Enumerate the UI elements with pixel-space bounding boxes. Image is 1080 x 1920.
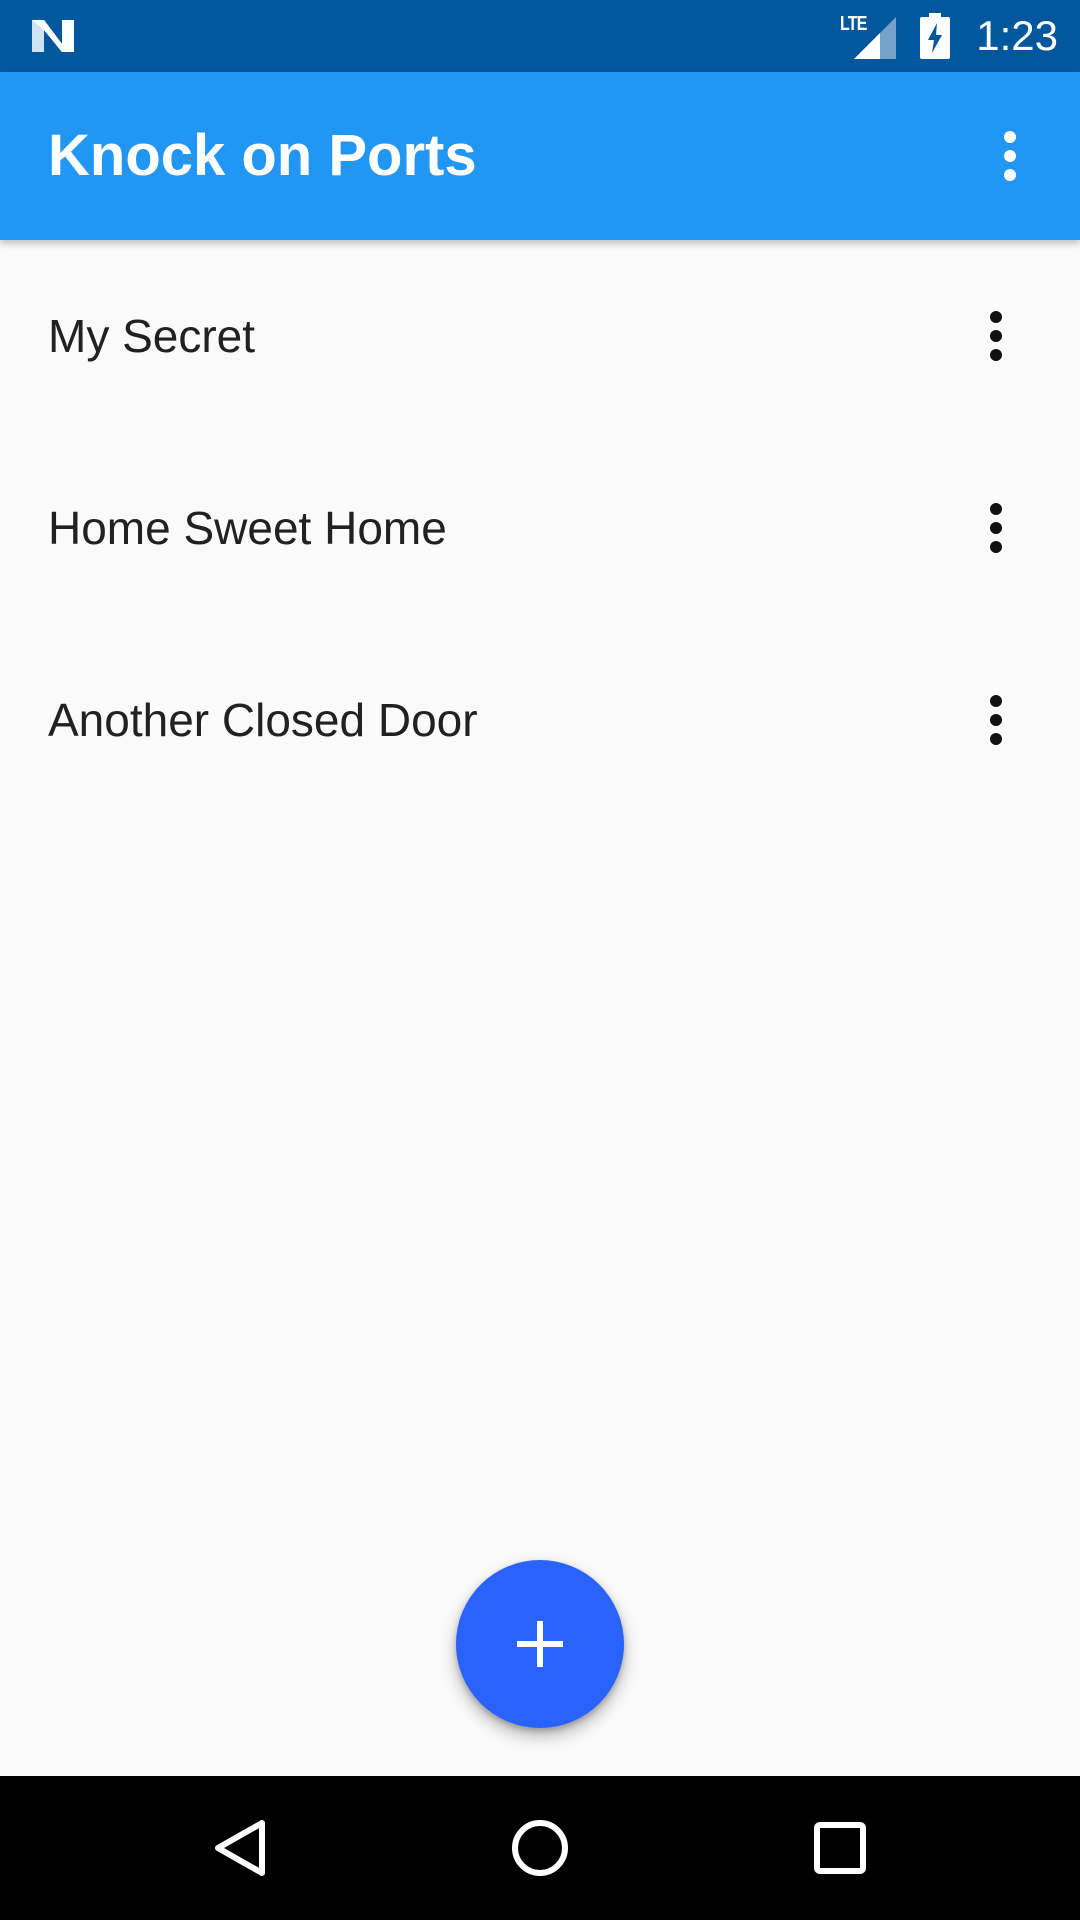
more-vert-icon — [990, 311, 1002, 361]
list-item-label: Home Sweet Home — [48, 502, 447, 554]
more-vert-icon — [990, 695, 1002, 745]
item-menu-button[interactable] — [948, 480, 1044, 576]
item-menu-button[interactable] — [948, 288, 1044, 384]
more-vert-icon — [1004, 131, 1016, 181]
battery-charging-icon — [920, 13, 951, 59]
list-item[interactable]: Another Closed Door — [0, 624, 1080, 816]
back-icon — [215, 1820, 265, 1876]
overflow-menu-button[interactable] — [962, 108, 1058, 204]
status-icons: LTE 1:23 — [840, 0, 1058, 72]
signal-icon: LTE — [840, 13, 897, 59]
back-button[interactable] — [180, 1788, 300, 1908]
list-item-label: My Secret — [48, 310, 256, 362]
navigation-bar — [0, 1776, 1080, 1920]
add-button[interactable] — [456, 1560, 624, 1728]
item-menu-button[interactable] — [948, 672, 1044, 768]
app-title: Knock on Ports — [48, 123, 477, 188]
list-item-label: Another Closed Door — [48, 694, 478, 746]
add-icon — [517, 1621, 563, 1667]
home-button[interactable] — [480, 1788, 600, 1908]
list-item[interactable]: Home Sweet Home — [0, 432, 1080, 624]
app-bar: Knock on Ports — [0, 72, 1080, 240]
status-bar: LTE 1:23 — [0, 0, 1080, 72]
recents-button[interactable] — [780, 1788, 900, 1908]
recents-icon — [814, 1822, 866, 1874]
status-time: 1:23 — [976, 12, 1058, 59]
notification-n-icon — [32, 20, 74, 52]
knock-list: My Secret Home Sweet Home Another Closed… — [0, 240, 1080, 816]
more-vert-icon — [990, 503, 1002, 553]
home-icon — [512, 1820, 568, 1876]
list-item[interactable]: My Secret — [0, 240, 1080, 432]
